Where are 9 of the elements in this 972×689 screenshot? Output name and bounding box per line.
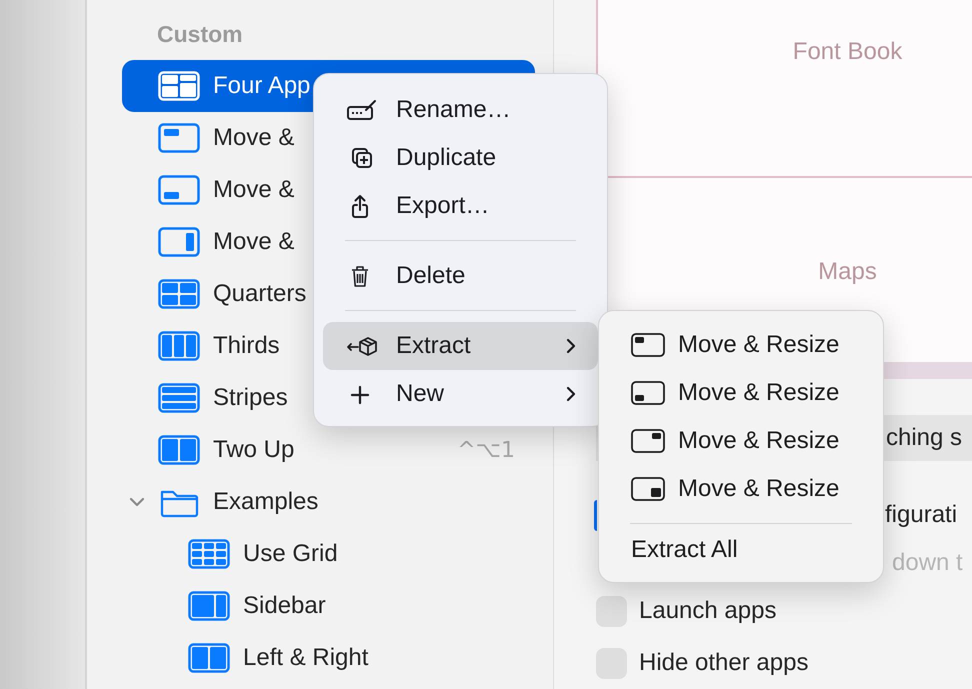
- tile-label: Maps: [818, 258, 877, 286]
- section-header: Custom: [157, 20, 243, 49]
- setting-label: figurati: [885, 501, 958, 529]
- setting-label: Launch apps: [639, 597, 776, 625]
- hint-text: down t: [892, 549, 963, 577]
- setting-label: Hide other apps: [639, 649, 808, 677]
- keyboard-shortcut: ^⌥1: [457, 438, 515, 462]
- tile-label: Font Book: [792, 38, 902, 66]
- setting-label: ching s: [886, 424, 962, 452]
